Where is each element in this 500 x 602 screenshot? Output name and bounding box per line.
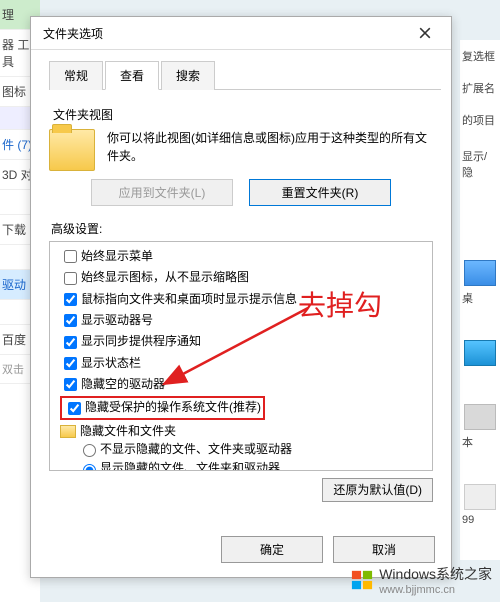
watermark-title: Windows系统之家 (379, 564, 492, 584)
chk-show-tooltips[interactable] (64, 293, 77, 306)
tab-view[interactable]: 查看 (105, 61, 159, 90)
chk-always-icons[interactable] (64, 272, 77, 285)
tab-search[interactable]: 搜索 (161, 61, 215, 90)
folder-icon (49, 129, 95, 171)
titlebar: 文件夹选项 (31, 17, 451, 50)
restore-defaults-button[interactable]: 还原为默认值(D) (322, 478, 433, 502)
watermark: Windows系统之家 www.bjjmmc.cn (351, 564, 492, 596)
ok-button[interactable]: 确定 (221, 536, 323, 563)
advanced-settings-label: 高级设置: (51, 220, 433, 237)
view-pane: 文件夹视图 你可以将此视图(如详细信息或图标)应用于这种类型的所有文件夹。 应用… (31, 90, 451, 526)
folder-views-description: 你可以将此视图(如详细信息或图标)应用于这种类型的所有文件夹。 (107, 129, 433, 165)
tab-general[interactable]: 常规 (49, 61, 103, 90)
windows-logo-icon (351, 569, 373, 591)
chk-show-drive-letters[interactable] (64, 314, 77, 327)
background-right: 复选框 扩展名 的项目 显示/隐 桌 本 99 (460, 40, 500, 560)
apply-to-folders-button: 应用到文件夹(L) (91, 179, 233, 206)
chk-always-show-menu[interactable] (64, 250, 77, 263)
chk-sync-provider[interactable] (64, 336, 77, 349)
folder-mini-icon (60, 425, 76, 438)
cancel-button[interactable]: 取消 (333, 536, 435, 563)
reset-folders-button[interactable]: 重置文件夹(R) (249, 179, 391, 206)
folder-options-dialog: 文件夹选项 常规 查看 搜索 文件夹视图 你可以将此视图(如详细信息或图标)应用… (30, 16, 452, 578)
radio-show-hidden[interactable] (83, 464, 96, 471)
row-hide-protected-os-files: 隐藏受保护的操作系统文件(推荐) (60, 395, 428, 420)
watermark-url: www.bjjmmc.cn (379, 584, 492, 596)
close-button[interactable] (407, 19, 443, 47)
radio-dont-show-hidden[interactable] (83, 444, 96, 457)
chk-hide-protected-os-files[interactable] (68, 402, 81, 415)
chk-status-bar[interactable] (64, 357, 77, 370)
folder-views-label: 文件夹视图 (53, 106, 433, 123)
advanced-settings-list[interactable]: 始终显示菜单 始终显示图标，从不显示缩略图 鼠标指向文件夹和桌面项时显示提示信息… (49, 241, 433, 471)
dialog-title: 文件夹选项 (43, 25, 103, 42)
close-icon (419, 27, 431, 39)
tabs: 常规 查看 搜索 (49, 60, 441, 90)
chk-hide-empty-drives[interactable] (64, 378, 77, 391)
